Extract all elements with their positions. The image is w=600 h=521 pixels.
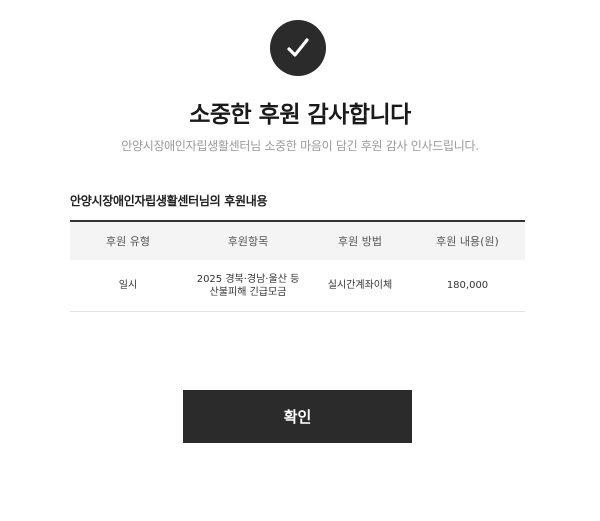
column-header-item: 후원항목 (186, 220, 310, 260)
table-header-row: 후원 유형 후원항목 후원 방법 후원 내용(원) (70, 220, 525, 260)
donation-complete-page: 소중한 후원 감사합니다 안양시장애인자립생활센터님 소중한 마음이 담긴 후원… (0, 0, 600, 521)
page-subtitle: 안양시장애인자립생활센터님 소중한 마음이 담긴 후원 감사 인사드립니다. (121, 139, 479, 153)
donation-details-table: 후원 유형 후원항목 후원 방법 후원 내용(원) 일시 2025 경북·경남·… (70, 220, 525, 312)
cell-item-line2: 산불피해 긴급모금 (209, 286, 287, 298)
confirm-button[interactable]: 확인 (183, 390, 412, 443)
cell-type: 일시 (70, 260, 186, 312)
column-header-method: 후원 방법 (310, 220, 410, 260)
cell-amount: 180,000 (410, 260, 525, 312)
page-title: 소중한 후원 감사합니다 (189, 102, 411, 128)
cell-item-line1: 2025 경북·경남·울산 등 (196, 273, 300, 285)
cell-method: 실시간계좌이체 (310, 260, 410, 312)
column-header-amount: 후원 내용(원) (410, 220, 525, 260)
cell-item: 2025 경북·경남·울산 등 산불피해 긴급모금 (186, 260, 310, 312)
column-header-type: 후원 유형 (70, 220, 186, 260)
check-icon (270, 20, 326, 76)
donation-details-heading: 안양시장애인자립생활센터님의 후원내용 (70, 194, 268, 208)
table-row: 일시 2025 경북·경남·울산 등 산불피해 긴급모금 실시간계좌이체 180… (70, 260, 525, 312)
